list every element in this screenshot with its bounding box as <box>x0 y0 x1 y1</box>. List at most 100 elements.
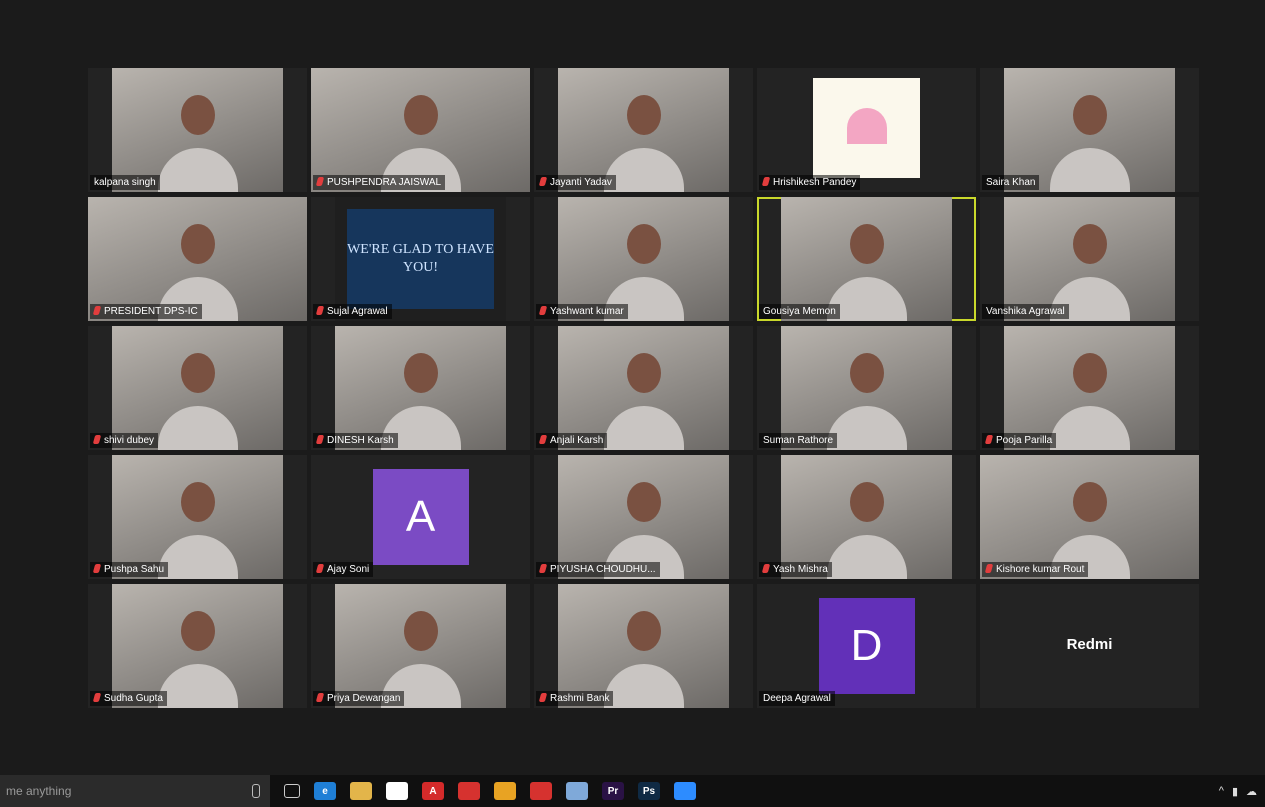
participant-video <box>797 68 936 192</box>
person-head <box>626 482 661 523</box>
muted-mic-icon <box>538 693 548 702</box>
person-head <box>403 95 438 136</box>
participant-name-label: PUSHPENDRA JAISWAL <box>313 175 446 190</box>
participant-name-label: Anjali Karsh <box>536 433 608 448</box>
participant-tile[interactable]: PRESIDENT DPS-IC <box>88 197 307 321</box>
avatar: A <box>372 469 469 565</box>
muted-mic-icon <box>92 306 102 315</box>
participant-video: WE'RE GLAD TO HAVE YOU! <box>335 197 506 321</box>
participant-video <box>558 197 729 321</box>
muted-mic-icon <box>538 177 548 186</box>
person-head <box>403 611 438 652</box>
person-head <box>180 482 215 523</box>
participant-tile[interactable]: D Deepa Agrawal <box>757 584 976 708</box>
participant-tile[interactable]: Suman Rathore <box>757 326 976 450</box>
participant-tile[interactable]: Saira Khan <box>980 68 1199 192</box>
participant-name-label: PRESIDENT DPS-IC <box>90 304 202 319</box>
participant-tile[interactable]: Yash Mishra <box>757 455 976 579</box>
person-head <box>1072 95 1107 136</box>
participant-tile[interactable]: A Ajay Soni <box>311 455 530 579</box>
participant-tile[interactable]: Pushpa Sahu <box>88 455 307 579</box>
participant-tile[interactable]: Redmi <box>980 584 1199 708</box>
taskbar-search-box[interactable]: me anything <box>0 775 270 807</box>
person-head <box>626 95 661 136</box>
muted-mic-icon <box>92 435 102 444</box>
person-head <box>1072 224 1107 265</box>
participant-tile[interactable]: Gousiya Memon <box>757 197 976 321</box>
participant-name: Ajay Soni <box>327 564 370 575</box>
person-body <box>157 535 238 579</box>
heart-icon <box>846 108 887 144</box>
app-red2-icon[interactable] <box>530 782 552 800</box>
participant-name-label: Pooja Parilla <box>982 433 1057 448</box>
task-view-icon[interactable] <box>284 784 300 798</box>
participant-name-label: shivi dubey <box>90 433 159 448</box>
file-explorer-icon[interactable] <box>350 782 372 800</box>
participant-tile[interactable]: kalpana singh <box>88 68 307 192</box>
microphone-icon[interactable] <box>252 784 260 798</box>
participant-tile[interactable]: WE'RE GLAD TO HAVE YOU! Sujal Agrawal <box>311 197 530 321</box>
participant-video <box>335 326 506 450</box>
participant-video <box>781 455 952 579</box>
participant-tile[interactable]: Rashmi Bank <box>534 584 753 708</box>
participant-name-label: DINESH Karsh <box>313 433 398 448</box>
store-icon[interactable] <box>386 782 408 800</box>
muted-mic-icon <box>92 564 102 573</box>
person-head <box>849 353 884 394</box>
person-head <box>1072 353 1107 394</box>
participant-tile[interactable]: PIYUSHA CHOUDHU... <box>534 455 753 579</box>
network-icon[interactable]: ▮ <box>1232 785 1238 798</box>
participant-name-label: Vanshika Agrawal <box>982 304 1069 319</box>
premiere-icon[interactable]: Pr <box>602 782 624 800</box>
participant-name: Hrishikesh Pandey <box>773 177 857 188</box>
muted-mic-icon <box>984 435 994 444</box>
participant-tile[interactable]: Priya Dewangan <box>311 584 530 708</box>
person-head <box>626 611 661 652</box>
participant-tile[interactable]: shivi dubey <box>88 326 307 450</box>
participant-video <box>88 197 307 321</box>
participant-name-label: Saira Khan <box>982 175 1040 190</box>
person-head <box>1072 482 1107 523</box>
participant-tile[interactable]: Sudha Gupta <box>88 584 307 708</box>
participant-name-label: Kishore kumar Rout <box>982 562 1089 577</box>
taskbar-apps: e A Pr Ps <box>270 782 696 800</box>
avatar: D <box>818 598 915 694</box>
chevron-up-icon[interactable]: ^ <box>1219 785 1224 797</box>
participant-tile[interactable]: Anjali Karsh <box>534 326 753 450</box>
participant-video <box>558 584 729 708</box>
participant-tile[interactable]: PUSHPENDRA JAISWAL <box>311 68 530 192</box>
person-head <box>849 482 884 523</box>
muted-mic-icon <box>761 564 771 573</box>
participant-tile[interactable]: Jayanti Yadav <box>534 68 753 192</box>
muted-mic-icon <box>92 693 102 702</box>
participant-video <box>1004 197 1175 321</box>
person-head <box>180 353 215 394</box>
participant-tile[interactable]: DINESH Karsh <box>311 326 530 450</box>
photoshop-icon[interactable]: Ps <box>638 782 660 800</box>
app-red-icon[interactable] <box>458 782 480 800</box>
participant-tile[interactable]: Kishore kumar Rout <box>980 455 1199 579</box>
person-body <box>1049 148 1130 192</box>
participant-video <box>980 455 1199 579</box>
participant-tile[interactable]: Vanshika Agrawal <box>980 197 1199 321</box>
participant-tile[interactable]: Pooja Parilla <box>980 326 1199 450</box>
taskbar-search-placeholder: me anything <box>6 784 72 798</box>
person-head <box>626 353 661 394</box>
participant-name: Pushpa Sahu <box>104 564 165 575</box>
zoom-icon[interactable] <box>674 782 696 800</box>
device-name: Redmi <box>1066 636 1113 653</box>
muted-mic-icon <box>315 564 325 573</box>
participant-name: Sujal Agrawal <box>327 306 388 317</box>
cloud-icon[interactable]: ☁ <box>1246 785 1257 798</box>
participant-name: Vanshika Agrawal <box>986 306 1065 317</box>
participant-name: kalpana singh <box>94 177 156 188</box>
participant-name: PUSHPENDRA JAISWAL <box>327 177 442 188</box>
participant-tile[interactable]: Yashwant kumar <box>534 197 753 321</box>
participant-tile[interactable]: Hrishikesh Pandey <box>757 68 976 192</box>
edge-icon[interactable]: e <box>314 782 336 800</box>
app-blue-icon[interactable] <box>566 782 588 800</box>
participant-name-label: Suman Rathore <box>759 433 838 448</box>
chrome-icon[interactable] <box>494 782 516 800</box>
participant-name-label: Ajay Soni <box>313 562 374 577</box>
acrobat-icon[interactable]: A <box>422 782 444 800</box>
